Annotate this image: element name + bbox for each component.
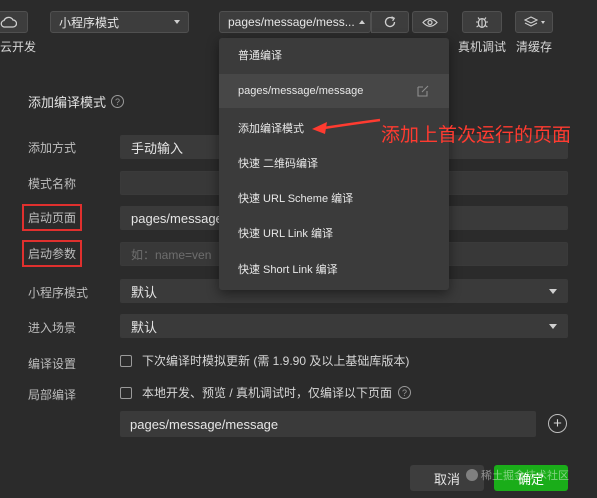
menu-item-qrcode-compile[interactable]: 快速 二维码编译: [219, 146, 449, 180]
mode-select[interactable]: 小程序模式: [50, 11, 189, 33]
menu-item-current-page[interactable]: pages/message/message: [219, 74, 449, 108]
scene-label: 进入场景: [28, 321, 77, 335]
menu-item-label: 普通编译: [238, 50, 282, 62]
watermark-logo-icon: [466, 469, 478, 481]
simulate-update-checkbox[interactable]: [120, 354, 132, 367]
simulate-update-option[interactable]: 下次编译时模拟更新 (需 1.9.90 及以上基础库版本): [120, 352, 409, 369]
compile-mode-dropdown: 普通编译 pages/message/message 添加编译模式 快速 二维码…: [219, 38, 449, 290]
add-page-button[interactable]: +: [548, 414, 567, 433]
watermark: 稀土掘金技术社区: [466, 467, 569, 483]
add-method-label: 添加方式: [28, 141, 77, 155]
menu-item-url-scheme-compile[interactable]: 快速 URL Scheme 编译: [219, 181, 449, 215]
help-icon[interactable]: ?: [111, 95, 125, 108]
menu-item-normal-compile[interactable]: 普通编译: [219, 38, 449, 72]
preview-button[interactable]: [412, 11, 448, 33]
chevron-up-icon: [358, 20, 365, 24]
plus-icon: +: [553, 415, 562, 432]
clear-cache-button[interactable]: [515, 11, 553, 33]
cloud-dev-button[interactable]: [0, 11, 28, 33]
partial-compile-option[interactable]: 本地开发、预览 / 真机调试时，仅编译以下页面 ?: [120, 384, 412, 401]
layers-icon: [523, 15, 538, 27]
scene-select[interactable]: 默认: [120, 314, 568, 338]
real-device-debug-label: 真机调试: [458, 40, 507, 54]
compile-button[interactable]: [371, 11, 409, 33]
partial-compile-text: 本地开发、预览 / 真机调试时，仅编译以下页面: [142, 386, 393, 400]
menu-item-url-link-compile[interactable]: 快速 URL Link 编译: [219, 216, 449, 250]
simulate-update-text: 下次编译时模拟更新 (需 1.9.90 及以上基础库版本): [142, 354, 410, 368]
compile-select-value: pages/message/mess...: [228, 15, 355, 29]
partial-path-input[interactable]: pages/message/message: [120, 411, 536, 437]
eye-icon: [422, 17, 438, 27]
form-title-text: 添加编译模式: [28, 95, 107, 110]
menu-item-short-link-compile[interactable]: 快速 Short Link 编译: [219, 252, 449, 286]
mini-mode-label: 小程序模式: [28, 286, 89, 300]
mini-mode-value: 默认: [131, 284, 158, 300]
chevron-down-icon: [174, 20, 180, 24]
menu-item-label: 快速 URL Scheme 编译: [238, 193, 354, 205]
annotation-text: 添加上首次运行的页面: [381, 125, 572, 146]
refresh-icon: [384, 16, 396, 28]
menu-item-label: 快速 URL Link 编译: [238, 228, 333, 240]
start-params-placeholder: 如：name=ven: [131, 247, 212, 262]
clear-cache-label: 清缓存: [516, 40, 553, 54]
partial-path-value: pages/message/message: [130, 416, 279, 432]
chevron-down-icon: [540, 20, 545, 24]
form-title: 添加编译模式 ?: [28, 92, 125, 111]
compile-settings-label: 编译设置: [28, 357, 77, 371]
real-device-debug-button[interactable]: [462, 11, 502, 33]
mode-name-label: 模式名称: [28, 177, 77, 191]
chevron-down-icon: [549, 323, 557, 329]
mode-select-value: 小程序模式: [59, 15, 120, 30]
menu-item-label: pages/message/message: [238, 85, 364, 97]
annotation-arrow-icon: [312, 118, 381, 134]
partial-compile-checkbox[interactable]: [120, 386, 132, 399]
cloud-icon: [0, 16, 17, 28]
add-method-value: 手动输入: [131, 140, 184, 156]
watermark-text: 稀土掘金技术社区: [481, 470, 569, 482]
help-icon[interactable]: ?: [398, 386, 412, 399]
chevron-down-icon: [549, 288, 557, 294]
menu-item-label: 添加编译模式: [238, 123, 304, 135]
compile-select[interactable]: pages/message/mess...: [219, 11, 371, 33]
menu-item-label: 快速 二维码编译: [238, 158, 319, 170]
start-page-value: pages/message: [131, 210, 223, 226]
scene-value: 默认: [131, 319, 158, 335]
start-params-label: 启动参数: [22, 240, 83, 267]
start-page-label: 启动页面: [22, 204, 83, 231]
bug-icon: [476, 17, 488, 29]
partial-compile-label: 局部编译: [28, 388, 77, 402]
cloud-dev-label: 云开发: [0, 40, 37, 54]
menu-item-label: 快速 Short Link 编译: [238, 264, 338, 276]
edit-icon[interactable]: [416, 84, 430, 98]
